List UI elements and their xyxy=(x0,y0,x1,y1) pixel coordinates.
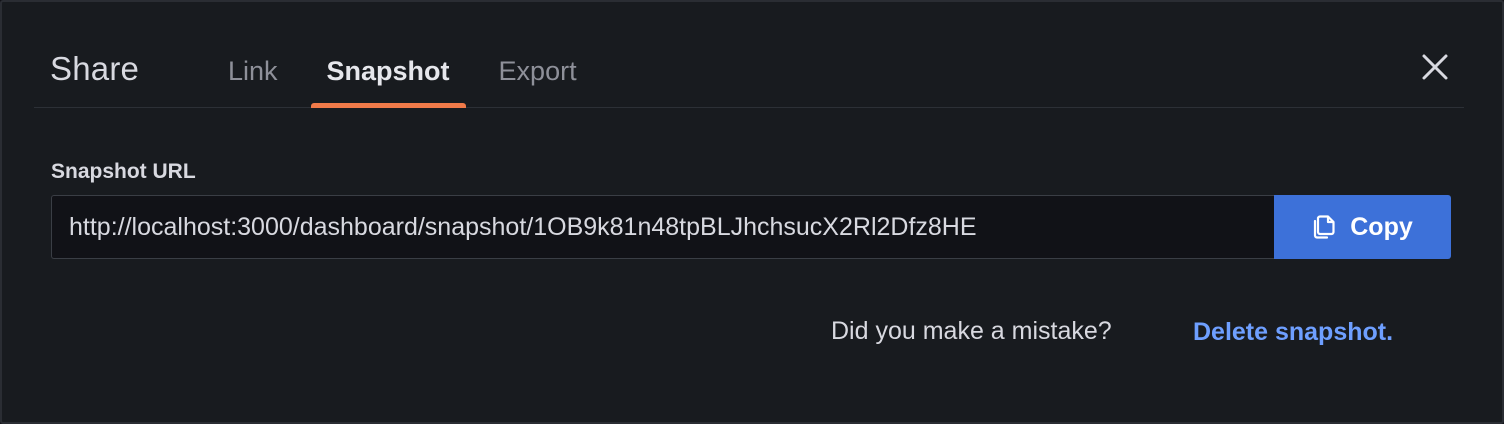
close-button[interactable] xyxy=(1420,52,1450,82)
tab-bar: Link Snapshot Export xyxy=(212,2,593,108)
modal-header: Share Link Snapshot Export xyxy=(34,2,1464,108)
copy-icon xyxy=(1314,215,1335,239)
modal-title: Share xyxy=(50,50,140,87)
snapshot-url-input[interactable] xyxy=(51,195,1275,259)
close-icon xyxy=(1422,54,1448,80)
tab-export[interactable]: Export xyxy=(483,2,593,108)
copy-button[interactable]: Copy xyxy=(1274,195,1451,259)
share-modal: Share Link Snapshot Export Snapshot URL … xyxy=(0,0,1504,424)
copy-button-label: Copy xyxy=(1350,212,1413,241)
tab-link[interactable]: Link xyxy=(212,2,294,108)
tab-snapshot[interactable]: Snapshot xyxy=(310,2,466,108)
snapshot-url-label: Snapshot URL xyxy=(51,160,196,183)
delete-snapshot-link[interactable]: Delete snapshot. xyxy=(1193,318,1393,347)
mistake-text: Did you make a mistake? xyxy=(831,317,1112,345)
